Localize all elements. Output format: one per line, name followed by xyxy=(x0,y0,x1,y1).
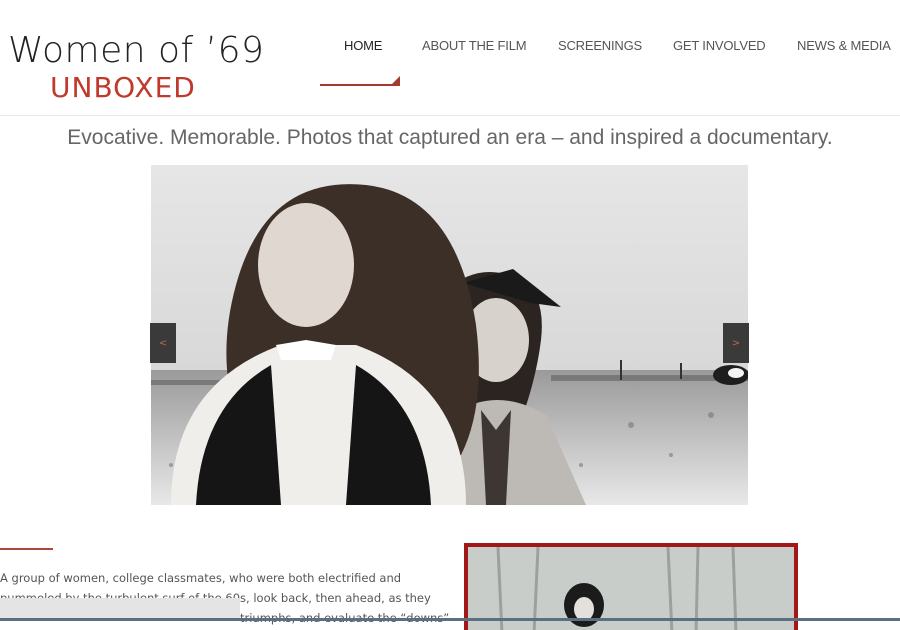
intro-line: A group of women, college classmates, wh… xyxy=(0,571,402,585)
logo-title: Women of ’69 xyxy=(8,30,265,71)
nav-item-home[interactable]: HOME xyxy=(344,38,382,53)
nav-item-screenings[interactable]: SCREENINGS xyxy=(558,38,642,53)
slideshow-prev-button[interactable]: < xyxy=(150,323,176,363)
main-nav: HOME ABOUT THE FILM SCREENINGS GET INVOL… xyxy=(320,38,900,58)
page-tagline: Evocative. Memorable. Photos that captur… xyxy=(67,126,833,149)
featured-photo[interactable] xyxy=(464,543,798,630)
section-divider xyxy=(0,548,53,550)
hero-slideshow xyxy=(151,165,748,505)
logo-subtitle: UNBOXED xyxy=(50,71,196,104)
floating-overlay xyxy=(0,598,240,618)
nav-item-news-media[interactable]: NEWS & MEDIA xyxy=(797,38,891,53)
hero-photo xyxy=(151,165,748,505)
nav-active-indicator-arrow xyxy=(392,76,400,84)
nav-item-get-involved[interactable]: GET INVOLVED xyxy=(673,38,766,53)
site-header: Women of ’69 UNBOXED HOME ABOUT THE FILM… xyxy=(0,0,900,116)
slideshow-next-button[interactable]: > xyxy=(723,323,749,363)
nav-active-indicator xyxy=(320,84,400,86)
site-logo[interactable]: Women of ’69 UNBOXED xyxy=(8,30,264,104)
nav-item-about-the-film[interactable]: ABOUT THE FILM xyxy=(422,38,527,53)
bottom-bar xyxy=(0,618,900,621)
